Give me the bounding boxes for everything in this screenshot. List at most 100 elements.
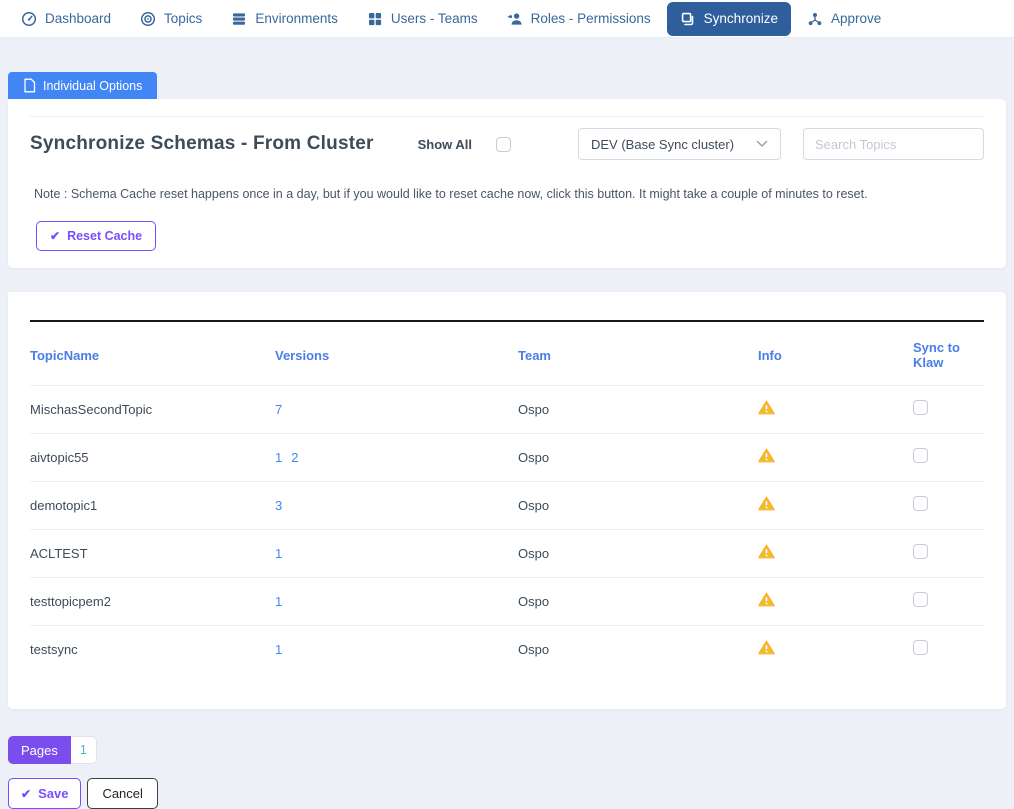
synchronize-icon (680, 11, 696, 27)
nav-item-synchronize[interactable]: Synchronize (667, 2, 791, 36)
pagination: Pages 1 (8, 736, 1014, 764)
nav-item-roles-permissions[interactable]: Roles - Permissions (494, 2, 664, 36)
team-name: Ospo (518, 626, 758, 674)
environments-icon (231, 11, 247, 27)
version-links: 3 (275, 482, 518, 530)
topic-name: testsync (30, 626, 275, 674)
reset-cache-label: Reset Cache (67, 229, 142, 243)
team-name: Ospo (518, 530, 758, 578)
sync-schemas-panel: Synchronize Schemas - From Cluster Show … (8, 99, 1006, 268)
version-link[interactable]: 1 (275, 546, 282, 561)
version-links: 1 (275, 578, 518, 626)
show-all-label: Show All (418, 137, 472, 152)
table-row: aivtopic55 12 Ospo (30, 434, 984, 482)
nav-item-label: Synchronize (704, 11, 778, 26)
page-number-list: 1 (71, 736, 97, 764)
warning-icon[interactable] (758, 448, 775, 463)
schemas-table: TopicName Versions Team Info Sync to Kla… (30, 322, 984, 673)
column-header-topicname: TopicName (30, 322, 275, 386)
column-header-info: Info (758, 322, 913, 386)
approve-icon (807, 11, 823, 27)
page-number-button[interactable]: 1 (71, 736, 97, 764)
show-all-group: Show All (418, 137, 511, 152)
warning-icon[interactable] (758, 400, 775, 415)
page-title: Synchronize Schemas - From Cluster (30, 133, 374, 155)
tab-label: Individual Options (43, 79, 142, 93)
topic-name: aivtopic55 (30, 434, 275, 482)
dashboard-icon (21, 11, 37, 27)
topic-name: demotopic1 (30, 482, 275, 530)
nav-item-label: Environments (255, 11, 338, 26)
nav-item-dashboard[interactable]: Dashboard (8, 2, 124, 36)
sync-to-klaw-checkbox[interactable] (913, 448, 928, 463)
show-all-checkbox[interactable] (496, 137, 511, 152)
sync-to-klaw-checkbox[interactable] (913, 496, 928, 511)
cache-reset-note: Note : Schema Cache reset happens once i… (34, 187, 984, 201)
column-header-team: Team (518, 322, 758, 386)
nav-item-users-teams[interactable]: Users - Teams (354, 2, 491, 36)
version-link[interactable]: 2 (291, 450, 298, 465)
column-header-sync-to-klaw: Sync to Klaw (913, 322, 984, 386)
reset-cache-button[interactable]: ✔ Reset Cache (36, 221, 156, 251)
panel-divider (30, 116, 984, 117)
users-teams-icon (367, 11, 383, 27)
check-icon: ✔ (50, 230, 60, 242)
search-topics-input[interactable] (803, 128, 984, 160)
table-row: ACLTEST 1 Ospo (30, 530, 984, 578)
nav-item-label: Users - Teams (391, 11, 478, 26)
version-links: 1 (275, 626, 518, 674)
team-name: Ospo (518, 482, 758, 530)
pages-button[interactable]: Pages (8, 736, 71, 764)
warning-icon[interactable] (758, 640, 775, 655)
save-button-label: Save (38, 786, 68, 801)
team-name: Ospo (518, 578, 758, 626)
team-name: Ospo (518, 434, 758, 482)
topic-name: ACLTEST (30, 530, 275, 578)
version-link[interactable]: 3 (275, 498, 282, 513)
team-name: Ospo (518, 386, 758, 434)
document-icon (23, 78, 36, 93)
sync-to-klaw-checkbox[interactable] (913, 592, 928, 607)
sync-to-klaw-checkbox[interactable] (913, 400, 928, 415)
table-row: demotopic1 3 Ospo (30, 482, 984, 530)
version-links: 12 (275, 434, 518, 482)
topic-name: MischasSecondTopic (30, 386, 275, 434)
cancel-button[interactable]: Cancel (87, 778, 157, 809)
warning-icon[interactable] (758, 544, 775, 559)
nav-item-approve[interactable]: Approve (794, 2, 894, 36)
cluster-select[interactable]: DEV (Base Sync cluster) (578, 128, 781, 160)
warning-icon[interactable] (758, 592, 775, 607)
version-links: 7 (275, 386, 518, 434)
table-body: MischasSecondTopic 7 Ospo aivtopic55 12 … (30, 386, 984, 674)
save-button[interactable]: ✔ Save (8, 778, 81, 809)
sync-to-klaw-checkbox[interactable] (913, 640, 928, 655)
version-links: 1 (275, 530, 518, 578)
version-link[interactable]: 7 (275, 402, 282, 417)
version-link[interactable]: 1 (275, 594, 282, 609)
sync-to-klaw-checkbox[interactable] (913, 544, 928, 559)
version-link[interactable]: 1 (275, 450, 282, 465)
schemas-table-panel: TopicName Versions Team Info Sync to Kla… (8, 292, 1006, 709)
version-link[interactable]: 1 (275, 642, 282, 657)
chevron-down-icon (756, 140, 768, 148)
topic-name: testtopicpem2 (30, 578, 275, 626)
nav-item-topics[interactable]: Topics (127, 2, 215, 36)
tab-individual-options[interactable]: Individual Options (8, 72, 157, 99)
warning-icon[interactable] (758, 496, 775, 511)
nav-item-label: Topics (164, 11, 202, 26)
nav-item-label: Approve (831, 11, 881, 26)
column-header-versions: Versions (275, 322, 518, 386)
nav-item-label: Roles - Permissions (531, 11, 651, 26)
table-row: testtopicpem2 1 Ospo (30, 578, 984, 626)
nav-item-environments[interactable]: Environments (218, 2, 351, 36)
check-icon: ✔ (21, 788, 31, 800)
cluster-select-value: DEV (Base Sync cluster) (591, 137, 734, 152)
table-row: testsync 1 Ospo (30, 626, 984, 674)
table-header-row: TopicName Versions Team Info Sync to Kla… (30, 322, 984, 386)
table-row: MischasSecondTopic 7 Ospo (30, 386, 984, 434)
top-navigation: Dashboard Topics Environments Users - Te… (0, 0, 1014, 38)
roles-permissions-icon (507, 11, 523, 27)
nav-item-label: Dashboard (45, 11, 111, 26)
topics-icon (140, 11, 156, 27)
form-actions: ✔ Save Cancel (8, 778, 1014, 809)
